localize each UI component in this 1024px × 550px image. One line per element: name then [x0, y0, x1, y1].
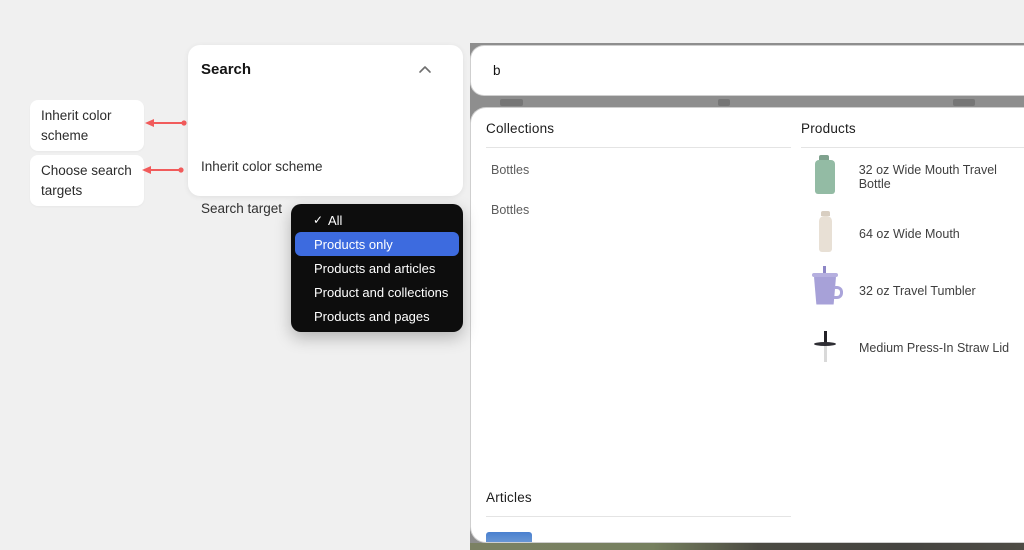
- menu-item-label: Products and articles: [314, 260, 436, 276]
- menu-item-label: All: [328, 212, 343, 228]
- results-right-column: Products 32 oz Wide Mouth Travel Bottle …: [801, 108, 1024, 376]
- search-settings-panel: Search Inherit color scheme Search targe…: [188, 45, 635, 223]
- product-result[interactable]: 32 oz Wide Mouth Travel Bottle: [801, 148, 1024, 205]
- articles-heading: Articles: [486, 477, 791, 517]
- menu-item-label: Products and pages: [314, 308, 430, 324]
- menu-item-products-and-articles[interactable]: Products and articles: [295, 256, 459, 280]
- green-bottle-thumbnail: [807, 153, 843, 201]
- collection-result-bottles[interactable]: Bottles: [486, 188, 791, 228]
- check-icon: ✓: [313, 213, 324, 227]
- article-thumbnail-image: [486, 531, 532, 542]
- product-title: 32 oz Travel Tumbler: [859, 283, 976, 298]
- dimmed-nav-item: [718, 99, 730, 106]
- chevron-up-icon[interactable]: [418, 65, 432, 74]
- inherit-color-scheme-label: Inherit color scheme: [201, 159, 323, 174]
- product-result[interactable]: 32 oz Travel Tumbler: [801, 262, 1024, 319]
- search-target-label: Search target: [201, 201, 283, 216]
- dimmed-nav-item: [953, 99, 975, 106]
- product-title: 64 oz Wide Mouth: [859, 226, 960, 241]
- annotation-arrow-icon: [145, 117, 189, 129]
- search-input-value: b: [493, 63, 501, 78]
- search-target-dropdown-menu: ✓ All Products only Products and article…: [291, 204, 463, 332]
- search-input[interactable]: b: [470, 45, 1024, 96]
- menu-item-all[interactable]: ✓ All: [295, 208, 459, 232]
- straw-lid-thumbnail: [807, 324, 843, 372]
- callout-inherit-color-scheme: Inherit color scheme: [30, 100, 144, 152]
- menu-item-products-and-pages[interactable]: Products and pages: [295, 304, 459, 328]
- products-heading: Products: [801, 108, 1024, 148]
- menu-item-products-only[interactable]: Products only: [295, 232, 459, 256]
- collection-result-bottles[interactable]: Bottles: [486, 148, 791, 188]
- panel-title: Search: [201, 61, 252, 78]
- purple-tumbler-thumbnail: [807, 265, 843, 315]
- storefront-preview: b Collections Bottles Bottles Articles 4…: [470, 43, 1024, 550]
- menu-item-label: Products only: [314, 236, 393, 252]
- results-left-column: Collections Bottles Bottles Articles 4 W…: [486, 108, 791, 542]
- callout-choose-search-targets: Choose search targets: [30, 155, 144, 207]
- dimmed-nav-item: [500, 99, 523, 106]
- cream-bottle-thumbnail: [807, 210, 843, 258]
- product-result[interactable]: 64 oz Wide Mouth: [801, 205, 1024, 262]
- article-result[interactable]: 4 Ways to Personalize Your Hydro Flask B…: [486, 526, 791, 542]
- menu-item-label: Product and collections: [314, 284, 449, 300]
- product-title: 32 oz Wide Mouth Travel Bottle: [858, 162, 997, 191]
- annotation-arrow-icon: [142, 164, 186, 176]
- search-results-panel: Collections Bottles Bottles Articles 4 W…: [470, 107, 1024, 543]
- collections-heading: Collections: [486, 108, 791, 148]
- product-result[interactable]: Medium Press-In Straw Lid: [801, 319, 1024, 376]
- menu-item-product-and-collections[interactable]: Product and collections: [295, 280, 459, 304]
- product-title: Medium Press-In Straw Lid: [859, 340, 1010, 355]
- dimmed-page-section: [470, 543, 1024, 550]
